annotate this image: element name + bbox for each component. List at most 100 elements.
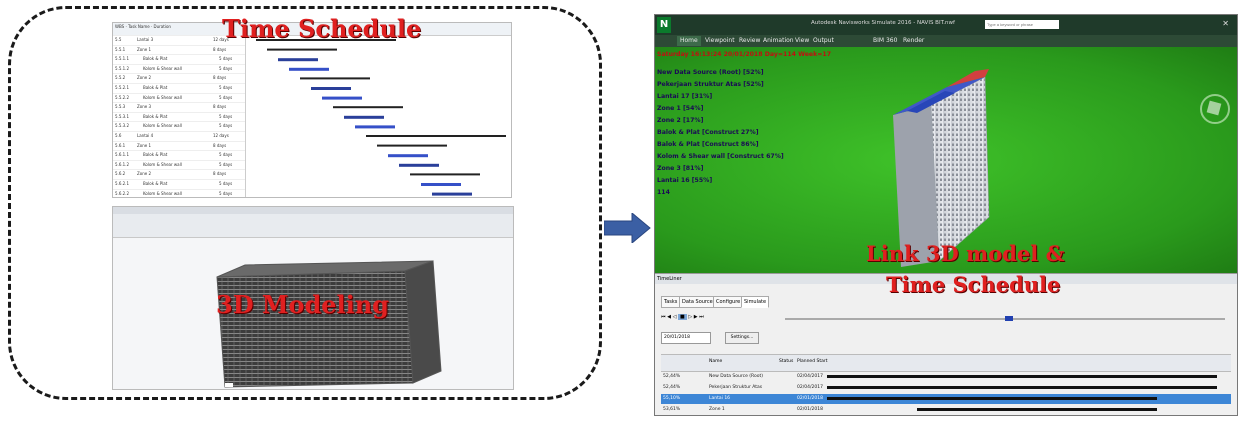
table-row: 5.5.3.2 Kolom & Shear wall 5 days bbox=[113, 122, 245, 132]
gantt-bar bbox=[355, 125, 395, 129]
timeliner-bar bbox=[827, 386, 1217, 389]
cell-wbs: 5.6.1 bbox=[115, 142, 126, 148]
cell-name: Zone 1 bbox=[137, 142, 151, 148]
tab-viewpoint[interactable]: Viewpoint bbox=[705, 36, 735, 46]
table-row: 5.6.2 Zone 2 8 days bbox=[113, 170, 245, 180]
tab-simulate[interactable]: Simulate bbox=[741, 296, 770, 308]
gantt-bar bbox=[399, 163, 439, 167]
cell-pct: 55,10% bbox=[663, 396, 681, 401]
gantt-bar bbox=[278, 58, 318, 62]
tab-view[interactable]: View bbox=[795, 36, 809, 46]
table-row: 5.6 Lantai 4 12 days bbox=[113, 132, 245, 142]
cell-name: Balok & Plat bbox=[143, 56, 168, 62]
playback-controls: ⏮ ◀ ◁ ■ ▷ ▶ ⏭ bbox=[661, 314, 771, 324]
cell-name: Lantai 3 bbox=[137, 37, 154, 42]
navis-logo-icon: N bbox=[657, 17, 671, 33]
task-table: WBS · Task Name · Duration 5.5 Lantai 3 12… bbox=[113, 23, 246, 197]
gantt-bar bbox=[311, 87, 351, 90]
playback-slider[interactable] bbox=[785, 316, 1225, 321]
fast-forward-button[interactable]: ⏭ bbox=[699, 314, 704, 320]
gantt-bar bbox=[366, 135, 506, 137]
tab-bim360[interactable]: BIM 360 bbox=[873, 36, 897, 46]
rewind-button[interactable]: ⏮ bbox=[661, 314, 666, 320]
tab-configure[interactable]: Configure bbox=[713, 296, 744, 308]
tab-render[interactable]: Render bbox=[903, 36, 924, 46]
gantt-bar bbox=[300, 77, 370, 80]
table-row: 5.6.1.1 Balok & Plat 5 days bbox=[113, 151, 245, 161]
table-row: 5.5.2.2 Kolom & Shear wall 5 days bbox=[113, 94, 245, 104]
search-input[interactable] bbox=[985, 20, 1059, 29]
col-planned-start: Planned Start bbox=[797, 359, 828, 364]
cell-wbs: 5.6.1.1 bbox=[115, 152, 129, 158]
cell-dur: 5 days bbox=[219, 180, 233, 186]
cell-wbs: 5.5.1.1 bbox=[115, 56, 129, 62]
gantt-bar bbox=[388, 154, 428, 158]
navisworks-screenshot: N Autodesk Navisworks Simulate 2016 - NA… bbox=[654, 14, 1238, 416]
tab-animation[interactable]: Animation bbox=[763, 36, 794, 46]
table-row: 5.6.2.1 Balok & Plat 5 days bbox=[113, 180, 245, 190]
cell-name: Zone 3 bbox=[137, 104, 151, 110]
step-forward-button[interactable]: ▶ bbox=[694, 314, 698, 320]
cell-name: Pekerjaan Struktur Atas bbox=[709, 385, 763, 390]
caption-link-line1: Link 3D model & bbox=[866, 241, 1065, 266]
cell-wbs: 5.6.2 bbox=[115, 171, 126, 177]
cell-name: Balok & Plat bbox=[143, 84, 168, 90]
cell-wbs: 5.6 bbox=[115, 132, 122, 138]
cell-name: Lantai 16 bbox=[709, 396, 731, 401]
col-status: Status bbox=[779, 359, 794, 364]
timeliner-bar bbox=[827, 375, 1217, 378]
table-row: 5.5.2 Zone 2 8 days bbox=[113, 74, 245, 84]
stop-button[interactable]: ■ bbox=[678, 314, 687, 320]
cell-name: New Data Source (Root) bbox=[709, 374, 764, 379]
play-reverse-button[interactable]: ◁ bbox=[673, 314, 677, 320]
table-row: 5.6.2.2 Kolom & Shear wall 5 days bbox=[113, 190, 245, 198]
viewcube-box[interactable] bbox=[1206, 100, 1222, 116]
table-row: 5.5.2.1 Balok & Plat 5 days bbox=[113, 84, 245, 94]
modeling-ribbon bbox=[113, 207, 513, 238]
cell-dur: 5 days bbox=[219, 152, 233, 158]
gantt-bar bbox=[377, 144, 447, 147]
cell-wbs: 5.5.3.2 bbox=[115, 123, 129, 129]
cell-wbs: 5.5.3 bbox=[115, 104, 126, 110]
cell-name: Kolom & Shear wall bbox=[143, 65, 182, 71]
cell-dur: 5 days bbox=[219, 123, 233, 129]
cell-dur: 8 days bbox=[213, 142, 227, 148]
cell-wbs: 5.5.2.1 bbox=[115, 84, 129, 90]
cell-wbs: 5.5.2 bbox=[115, 75, 126, 81]
gantt-bar bbox=[410, 173, 480, 176]
right-arrow-icon bbox=[604, 213, 651, 243]
cell-dur: 5 days bbox=[219, 190, 233, 196]
cell-wbs: 5.6.2.2 bbox=[115, 190, 129, 196]
cell-start: 02/01/2018 bbox=[797, 396, 823, 401]
tab-tasks[interactable]: Tasks bbox=[661, 296, 681, 308]
table-row: 5.5.3.1 Balok & Plat 5 days bbox=[113, 113, 245, 123]
cell-wbs: 5.6.2.1 bbox=[115, 180, 129, 186]
cell-name: Zone 2 bbox=[137, 171, 151, 177]
timeliner-bar bbox=[827, 397, 1157, 400]
table-row: 5.5.1.2 Kolom & Shear wall 5 days bbox=[113, 65, 245, 75]
cell-wbs: 5.6.1.2 bbox=[115, 161, 129, 167]
col-wbs: WBS bbox=[115, 24, 125, 29]
step-back-button[interactable]: ◀ bbox=[667, 314, 671, 320]
tab-review[interactable]: Review bbox=[739, 36, 760, 46]
navis-3d-viewport[interactable]: Saturday 16:13:24 20/01/2018 Day=114 Wee… bbox=[655, 47, 1237, 273]
cell-start: 02/04/2017 bbox=[797, 385, 823, 390]
col-task-name: Task Name bbox=[128, 24, 150, 29]
cell-pct: 53,61% bbox=[663, 407, 681, 412]
tab-home[interactable]: Home bbox=[677, 36, 701, 46]
slider-thumb[interactable] bbox=[1005, 316, 1013, 321]
cell-name: Zone 1 bbox=[709, 407, 725, 412]
settings-button[interactable]: Settings... bbox=[725, 332, 759, 344]
gantt-bar bbox=[421, 183, 461, 186]
tab-output[interactable]: Output bbox=[813, 36, 834, 46]
timeliner-gantt bbox=[827, 375, 1217, 411]
close-icon[interactable]: ✕ bbox=[1222, 19, 1229, 28]
gantt-bar bbox=[322, 96, 362, 100]
cell-wbs: 5.5.3.1 bbox=[115, 113, 129, 119]
play-button[interactable]: ▷ bbox=[688, 314, 692, 320]
gantt-bar bbox=[344, 115, 384, 119]
cell-wbs: 5.5.1 bbox=[115, 46, 126, 52]
cell-name: Kolom & Shear wall bbox=[143, 190, 182, 196]
ribbon-tabs bbox=[113, 207, 513, 214]
date-field[interactable]: 20/01/2018 bbox=[661, 332, 711, 344]
